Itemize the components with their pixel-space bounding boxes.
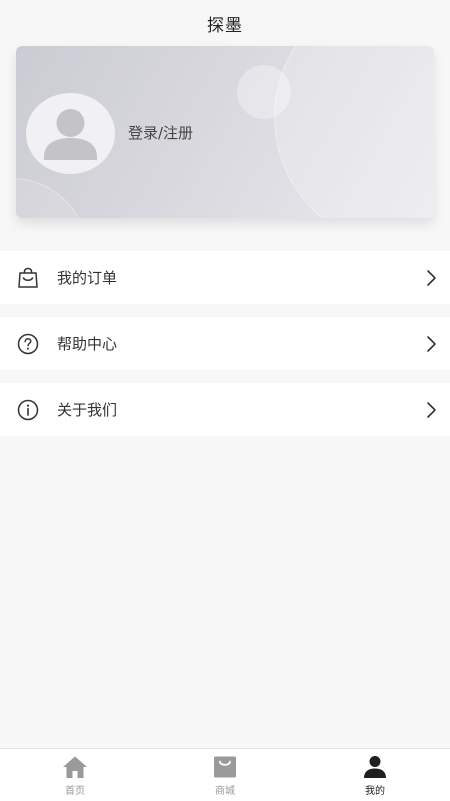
menu-list: 我的订单 帮助中心 关于我们 — [0, 251, 450, 449]
question-circle-icon — [17, 333, 39, 354]
tab-home[interactable]: 首页 — [0, 749, 150, 801]
home-icon — [63, 756, 87, 778]
login-register-link[interactable]: 登录/注册 — [128, 122, 193, 143]
decorative-circle — [237, 65, 291, 119]
menu-item-help[interactable]: 帮助中心 — [0, 317, 450, 370]
menu-item-label: 关于我们 — [57, 401, 118, 419]
menu-item-orders[interactable]: 我的订单 — [0, 251, 450, 304]
page-title: 探墨 — [207, 15, 243, 36]
tab-label: 首页 — [65, 786, 85, 797]
tab-mine[interactable]: 我的 — [300, 749, 450, 801]
tab-label: 我的 — [365, 786, 385, 797]
tab-shop[interactable]: 商城 — [150, 749, 300, 801]
decorative-circle — [274, 46, 434, 218]
user-avatar-icon — [44, 109, 97, 160]
shopping-bag-icon — [18, 267, 38, 288]
chevron-right-icon — [427, 335, 436, 352]
decorative-circle — [16, 178, 88, 218]
tab-label: 商城 — [215, 786, 235, 797]
top-bar: 探墨 — [0, 0, 450, 46]
avatar[interactable] — [26, 93, 115, 174]
chevron-right-icon — [427, 269, 436, 286]
menu-item-label: 帮助中心 — [57, 335, 118, 353]
profile-card[interactable]: 登录/注册 — [16, 46, 434, 218]
shop-bag-icon — [214, 756, 236, 778]
menu-item-about[interactable]: 关于我们 — [0, 383, 450, 436]
chevron-right-icon — [427, 401, 436, 418]
menu-item-label: 我的订单 — [57, 269, 118, 287]
user-icon — [364, 756, 386, 778]
info-circle-icon — [17, 399, 39, 420]
bottom-tab-bar: 首页 商城 我的 — [0, 748, 450, 801]
